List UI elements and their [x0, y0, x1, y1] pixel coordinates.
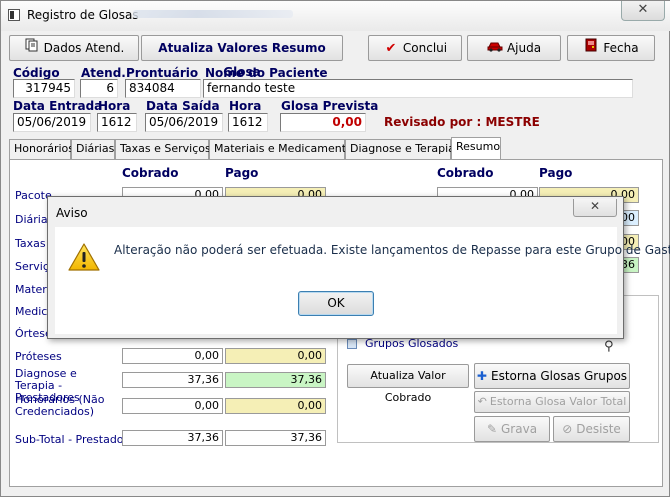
- pago-header-right: Pago: [539, 166, 573, 180]
- main-window: Registro de Glosas ✕ Dados Atend. Atuali…: [0, 0, 670, 497]
- tab-diagnose-terapia[interactable]: Diagnose e Terapia: [345, 139, 455, 159]
- car-icon: [487, 37, 503, 61]
- window-title: Registro de Glosas: [27, 8, 139, 22]
- desiste-label: Desiste: [576, 422, 621, 436]
- save-icon: ✎: [486, 422, 497, 436]
- door-exit-icon: [583, 37, 599, 61]
- dialog-title: Aviso: [56, 206, 88, 220]
- fecha-button[interactable]: Fecha: [567, 35, 655, 61]
- dados-atend-button[interactable]: Dados Atend.: [9, 35, 139, 61]
- checkmark-icon: ✔: [385, 41, 397, 56]
- aviso-dialog: Aviso ✕ Alteração não poderá ser efetuad…: [47, 196, 670, 339]
- undo-icon: ↶: [477, 395, 487, 408]
- cancel-icon: ⊘: [562, 422, 573, 436]
- grupos-glosados-checkbox[interactable]: [347, 339, 357, 349]
- honorarios-nc-pago[interactable]: 0,00: [225, 398, 326, 414]
- ajuda-button[interactable]: Ajuda: [467, 35, 561, 61]
- glosa-prevista-label: Glosa Prevista: [281, 99, 379, 113]
- atend-field[interactable]: 6: [80, 79, 118, 98]
- data-entrada-field[interactable]: 05/06/2019: [13, 113, 91, 132]
- codigo-label: Código: [13, 66, 60, 80]
- cobrado-header-left: Cobrado: [122, 166, 179, 180]
- revisado-por: Revisado por : MESTRE: [384, 115, 540, 129]
- tab-materiais-medicamentos[interactable]: Materiais e Medicamentos: [209, 139, 359, 159]
- nome-field[interactable]: fernando teste: [203, 79, 633, 98]
- data-saida-label: Data Saída: [146, 99, 220, 113]
- hora-saida-field[interactable]: 1612: [228, 113, 268, 132]
- row-label-honorarios-nc: Honorários (Não Credenciados): [15, 393, 105, 418]
- diagnose-cobrado[interactable]: 37,36: [122, 372, 223, 388]
- dialog-close-button[interactable]: ✕: [573, 199, 617, 217]
- data-saida-field[interactable]: 05/06/2019: [145, 113, 223, 132]
- ok-button[interactable]: OK: [298, 291, 374, 316]
- estorna-glosas-grupos-button[interactable]: ✚ Estorna Glosas Grupos: [474, 363, 630, 389]
- ajuda-label: Ajuda: [506, 41, 542, 55]
- honorarios-nc-cobrado[interactable]: 0,00: [122, 398, 223, 414]
- title-extra: [133, 10, 293, 18]
- atualiza-valores-button[interactable]: Atualiza Valores Resumo Glosa: [141, 35, 343, 79]
- nome-label: Nome do Paciente: [205, 66, 328, 80]
- title-bar: Registro de Glosas ✕: [1, 1, 670, 31]
- dialog-title-bar: Aviso ✕: [48, 197, 623, 227]
- glosa-prevista-field[interactable]: 0,00: [280, 113, 366, 132]
- diagnose-pago[interactable]: 37,36: [225, 372, 326, 388]
- row-label-taxas: Taxas: [15, 237, 46, 250]
- row-label-subtotal: Sub-Total - Prestador: [15, 433, 129, 446]
- estorna-glosa-valor-total-label: Estorna Glosa Valor Total: [489, 395, 627, 408]
- pago-header-left: Pago: [225, 166, 259, 180]
- undo-plus-icon: ✚: [476, 369, 487, 383]
- magnifier-icon[interactable]: ⚲: [604, 339, 614, 354]
- proteses-pago[interactable]: 0,00: [225, 348, 326, 364]
- conclui-label: Conclui: [402, 41, 448, 55]
- codigo-field[interactable]: 317945: [13, 79, 75, 98]
- subtotal-pago[interactable]: 37,36: [225, 430, 326, 446]
- dialog-body: Alteração não poderá ser efetuada. Exist…: [55, 227, 670, 334]
- window-close-button[interactable]: ✕: [621, 1, 665, 21]
- documents-icon: [24, 37, 40, 61]
- fecha-label: Fecha: [603, 41, 639, 55]
- cobrado-header-right: Cobrado: [437, 166, 494, 180]
- tab-honorarios[interactable]: Honorários: [9, 139, 74, 159]
- data-entrada-label: Data Entrada: [13, 99, 103, 113]
- grava-label: Grava: [501, 422, 538, 436]
- dados-atend-label: Dados Atend.: [43, 41, 125, 55]
- atualiza-valor-cobrado-button[interactable]: Atualiza Valor Cobrado: [347, 364, 469, 404]
- warning-icon: [67, 242, 101, 272]
- tab-taxas-servicos[interactable]: Taxas e Serviços: [115, 139, 211, 159]
- hora-saida-label: Hora: [229, 99, 262, 113]
- proteses-cobrado[interactable]: 0,00: [122, 348, 223, 364]
- estorna-glosas-grupos-label: Estorna Glosas Grupos: [490, 369, 628, 383]
- grava-button[interactable]: ✎ Grava: [474, 416, 550, 442]
- conclui-button[interactable]: ✔ Conclui: [368, 35, 462, 61]
- hora-entrada-field[interactable]: 1612: [97, 113, 137, 132]
- row-label-proteses: Próteses: [15, 350, 62, 363]
- estorna-glosa-valor-total-button[interactable]: ↶ Estorna Glosa Valor Total: [474, 391, 630, 413]
- dialog-message: Alteração não poderá ser efetuada. Exist…: [114, 243, 670, 257]
- prontuario-label: Prontuário: [126, 66, 199, 80]
- atend-label: Atend.: [81, 66, 126, 80]
- hora-entrada-label: Hora: [98, 99, 131, 113]
- app-icon: [8, 9, 20, 21]
- prontuario-field[interactable]: 834084: [125, 79, 201, 98]
- subtotal-cobrado[interactable]: 37,36: [122, 430, 223, 446]
- tab-resumo[interactable]: Resumo: [451, 137, 501, 159]
- tab-diarias[interactable]: Diárias: [71, 139, 115, 159]
- desiste-button[interactable]: ⊘ Desiste: [553, 416, 630, 442]
